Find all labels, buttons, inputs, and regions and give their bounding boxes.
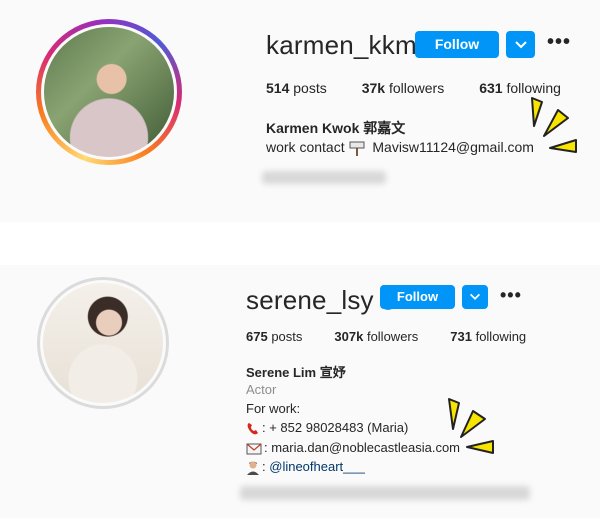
bio-linked-account-line: : @lineofheart___ — [246, 459, 365, 476]
profile-full-name: Karmen Kwok 郭嘉文 — [266, 120, 406, 136]
more-options-icon[interactable]: ••• — [500, 285, 522, 306]
highlight-spark-decoration — [448, 398, 494, 454]
profile-header-karmen: karmen_kkm Follow ••• 514 posts 37k foll… — [0, 0, 600, 222]
envelope-icon — [246, 443, 262, 455]
bio-email-line: : maria.dan@noblecastleasia.com — [246, 440, 460, 455]
blurred-followed-by — [240, 486, 530, 500]
bio-phone-line: : + 852 98028483 (Maria) — [246, 420, 408, 436]
profile-username: serene_lsy✓ — [246, 285, 396, 316]
profile-stats: 514 posts 37k followers 631 following — [266, 80, 561, 96]
chevron-down-icon — [470, 293, 480, 300]
profile-full-name: Serene Lim 宣妤 — [246, 365, 346, 380]
suggestions-dropdown-button[interactable] — [462, 285, 488, 309]
bio-work-contact: work contact Mavisw11124@gmail.com — [266, 139, 534, 157]
suggestions-dropdown-button[interactable] — [506, 31, 535, 58]
bio-for-work: For work: — [246, 401, 301, 416]
more-options-icon[interactable]: ••• — [547, 31, 571, 54]
following-stat[interactable]: 731 following — [450, 329, 526, 344]
linked-account-link[interactable]: @lineofheart___ — [269, 459, 365, 474]
person-icon — [247, 461, 259, 476]
profile-avatar[interactable] — [40, 280, 166, 406]
signpost-icon — [349, 141, 365, 157]
profile-stats: 675 posts 307k followers 731 following — [246, 329, 526, 344]
highlight-spark-decoration — [531, 97, 577, 153]
follow-button[interactable]: Follow — [415, 31, 499, 58]
telephone-icon — [247, 422, 258, 434]
following-stat[interactable]: 631 following — [479, 80, 561, 96]
posts-stat: 514 posts — [266, 80, 327, 96]
blurred-bio-link — [262, 171, 386, 184]
profile-username: karmen_kkm — [266, 30, 417, 60]
profile-avatar[interactable] — [41, 24, 177, 160]
follow-button[interactable]: Follow — [380, 285, 455, 309]
followers-stat[interactable]: 307k followers — [334, 329, 418, 344]
posts-stat: 675 posts — [246, 329, 303, 344]
profile-category: Actor — [246, 382, 277, 397]
chevron-down-icon — [514, 40, 527, 48]
followers-stat[interactable]: 37k followers — [362, 80, 445, 96]
avatar-border[interactable] — [37, 277, 169, 409]
story-ring[interactable] — [36, 19, 182, 165]
